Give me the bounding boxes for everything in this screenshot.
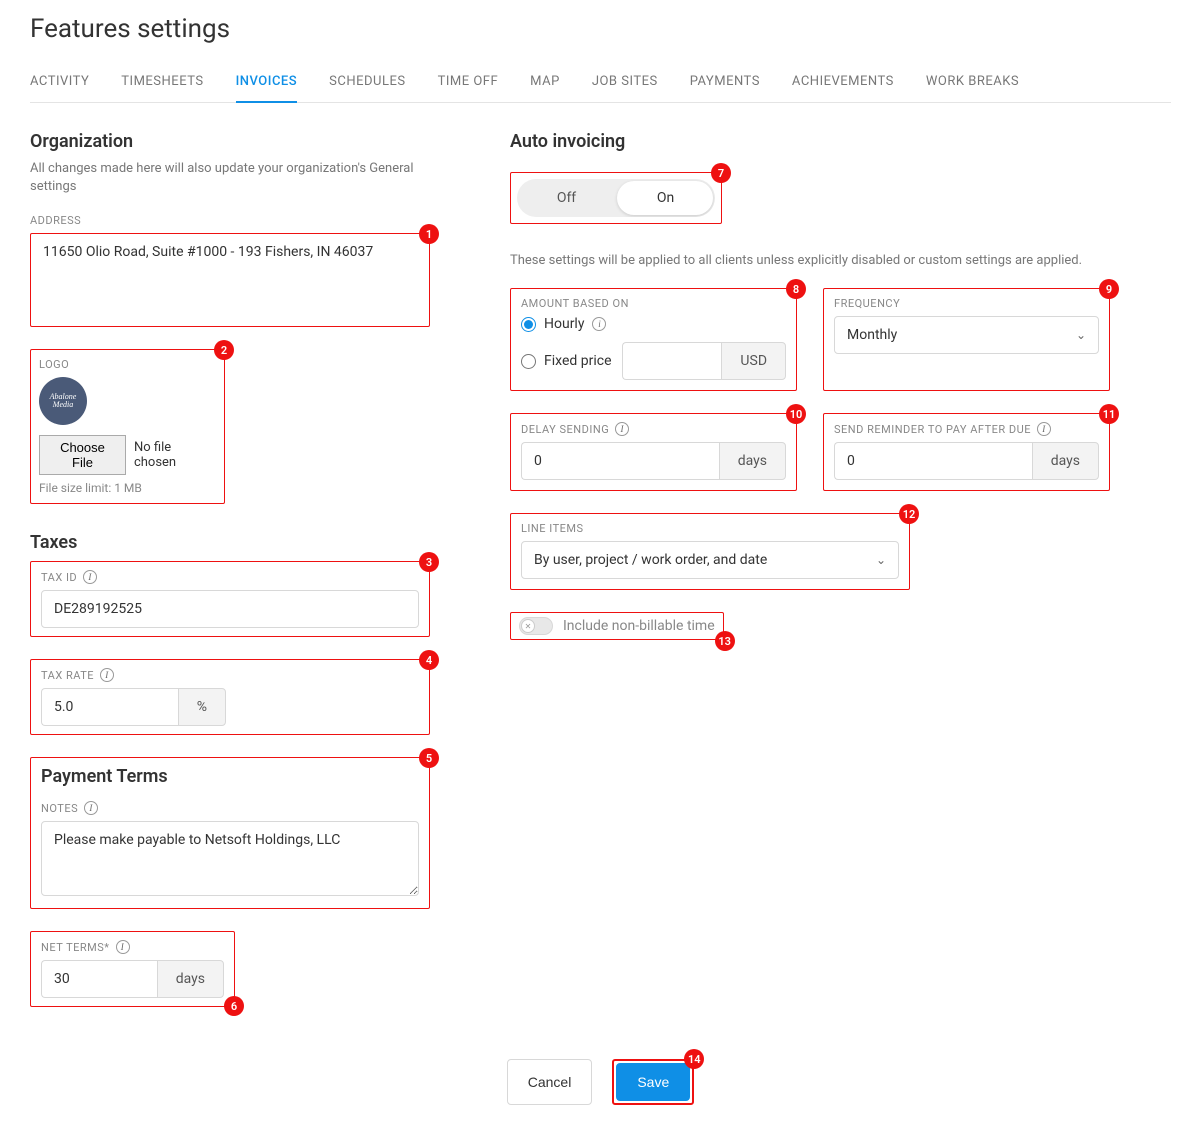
toggle-off[interactable]: Off xyxy=(517,179,616,217)
payment-terms-title: Payment Terms xyxy=(41,766,419,787)
tab-achievements[interactable]: ACHIEVEMENTS xyxy=(792,66,894,102)
info-icon: i xyxy=(1037,422,1051,436)
notes-input[interactable] xyxy=(41,821,419,896)
frequency-label: FREQUENCY xyxy=(834,291,1099,310)
send-reminder-label: SEND REMINDER TO PAY AFTER DUE i xyxy=(834,416,1099,436)
percent-suffix: % xyxy=(178,688,226,726)
annotation-badge: 10 xyxy=(786,404,806,424)
tax-rate-label: TAX RATE i xyxy=(41,668,419,682)
chevron-down-icon: ⌄ xyxy=(1076,328,1086,342)
tab-timesheets[interactable]: TIMESHEETS xyxy=(121,66,203,102)
delay-sending-input[interactable] xyxy=(521,442,719,480)
tabs: ACTIVITY TIMESHEETS INVOICES SCHEDULES TIME … xyxy=(30,66,1171,103)
annotation-badge: 14 xyxy=(684,1049,704,1069)
hourly-radio[interactable]: Hourly i xyxy=(521,316,786,332)
no-file-chosen-text: No file chosen xyxy=(134,440,216,470)
tax-id-input[interactable] xyxy=(41,590,419,628)
file-size-limit: File size limit: 1 MB xyxy=(39,481,216,495)
auto-invoicing-title: Auto invoicing xyxy=(510,131,1110,152)
days-suffix: days xyxy=(1032,442,1099,480)
auto-invoicing-subtext: These settings will be applied to all cl… xyxy=(510,252,1110,270)
usd-suffix: USD xyxy=(721,342,786,380)
send-reminder-input[interactable] xyxy=(834,442,1032,480)
annotation-badge: 3 xyxy=(419,552,439,572)
taxes-title: Taxes xyxy=(30,532,430,553)
auto-invoicing-toggle[interactable]: Off On xyxy=(517,179,715,217)
fixed-price-input[interactable] xyxy=(622,342,722,380)
amount-based-on-label: AMOUNT BASED ON xyxy=(521,291,786,310)
page-title: Features settings xyxy=(30,14,1171,44)
save-button[interactable]: Save xyxy=(616,1063,690,1101)
organization-title: Organization xyxy=(30,131,430,152)
notes-label: NOTES i xyxy=(41,795,419,815)
tab-activity[interactable]: ACTIVITY xyxy=(30,66,89,102)
chevron-down-icon: ⌄ xyxy=(876,553,886,567)
net-terms-label: NET TERMS* i xyxy=(41,940,224,954)
choose-file-button[interactable]: Choose File xyxy=(39,435,126,475)
annotation-badge: 4 xyxy=(419,650,439,670)
address-label: ADDRESS xyxy=(30,214,430,227)
info-icon: i xyxy=(84,801,98,815)
tax-rate-input[interactable] xyxy=(41,688,178,726)
delay-sending-label: DELAY SENDING i xyxy=(521,416,786,436)
net-terms-input[interactable] xyxy=(41,960,157,998)
organization-subtitle: All changes made here will also update y… xyxy=(30,160,430,196)
annotation-badge: 9 xyxy=(1099,279,1119,299)
frequency-select[interactable]: Monthly ⌄ xyxy=(834,316,1099,354)
annotation-badge: 1 xyxy=(419,224,439,244)
toggle-knob: ✕ xyxy=(521,619,535,633)
include-nonbillable-label: Include non-billable time xyxy=(563,618,715,634)
annotation-badge: 2 xyxy=(214,340,234,360)
annotation-badge: 6 xyxy=(224,996,244,1016)
tab-map[interactable]: MAP xyxy=(530,66,560,102)
tab-time-off[interactable]: TIME OFF xyxy=(438,66,499,102)
logo-label: LOGO xyxy=(39,358,216,371)
tab-job-sites[interactable]: JOB SITES xyxy=(592,66,658,102)
line-items-select[interactable]: By user, project / work order, and date … xyxy=(521,541,899,579)
cancel-button[interactable]: Cancel xyxy=(507,1059,593,1105)
info-icon: i xyxy=(83,570,97,584)
tab-payments[interactable]: PAYMENTS xyxy=(690,66,760,102)
logo-image: Abalone Media xyxy=(39,377,87,425)
annotation-badge: 13 xyxy=(715,631,735,651)
info-icon: i xyxy=(100,668,114,682)
info-icon: i xyxy=(615,422,629,436)
include-nonbillable-toggle[interactable]: ✕ xyxy=(519,617,553,635)
days-suffix: days xyxy=(719,442,786,480)
address-input[interactable] xyxy=(31,234,429,322)
tax-id-label: TAX ID i xyxy=(41,570,419,584)
tab-schedules[interactable]: SCHEDULES xyxy=(329,66,405,102)
days-suffix: days xyxy=(157,960,224,998)
annotation-badge: 12 xyxy=(899,504,919,524)
info-icon: i xyxy=(592,317,606,331)
annotation-badge: 8 xyxy=(786,279,806,299)
toggle-on[interactable]: On xyxy=(616,179,715,217)
tab-invoices[interactable]: INVOICES xyxy=(236,66,298,103)
annotation-badge: 5 xyxy=(419,748,439,768)
annotation-badge: 7 xyxy=(711,163,731,183)
line-items-label: LINE ITEMS xyxy=(521,516,899,535)
info-icon: i xyxy=(116,940,130,954)
tab-work-breaks[interactable]: WORK BREAKS xyxy=(926,66,1019,102)
fixed-price-radio[interactable]: Fixed price xyxy=(521,353,612,369)
annotation-badge: 11 xyxy=(1099,404,1119,424)
